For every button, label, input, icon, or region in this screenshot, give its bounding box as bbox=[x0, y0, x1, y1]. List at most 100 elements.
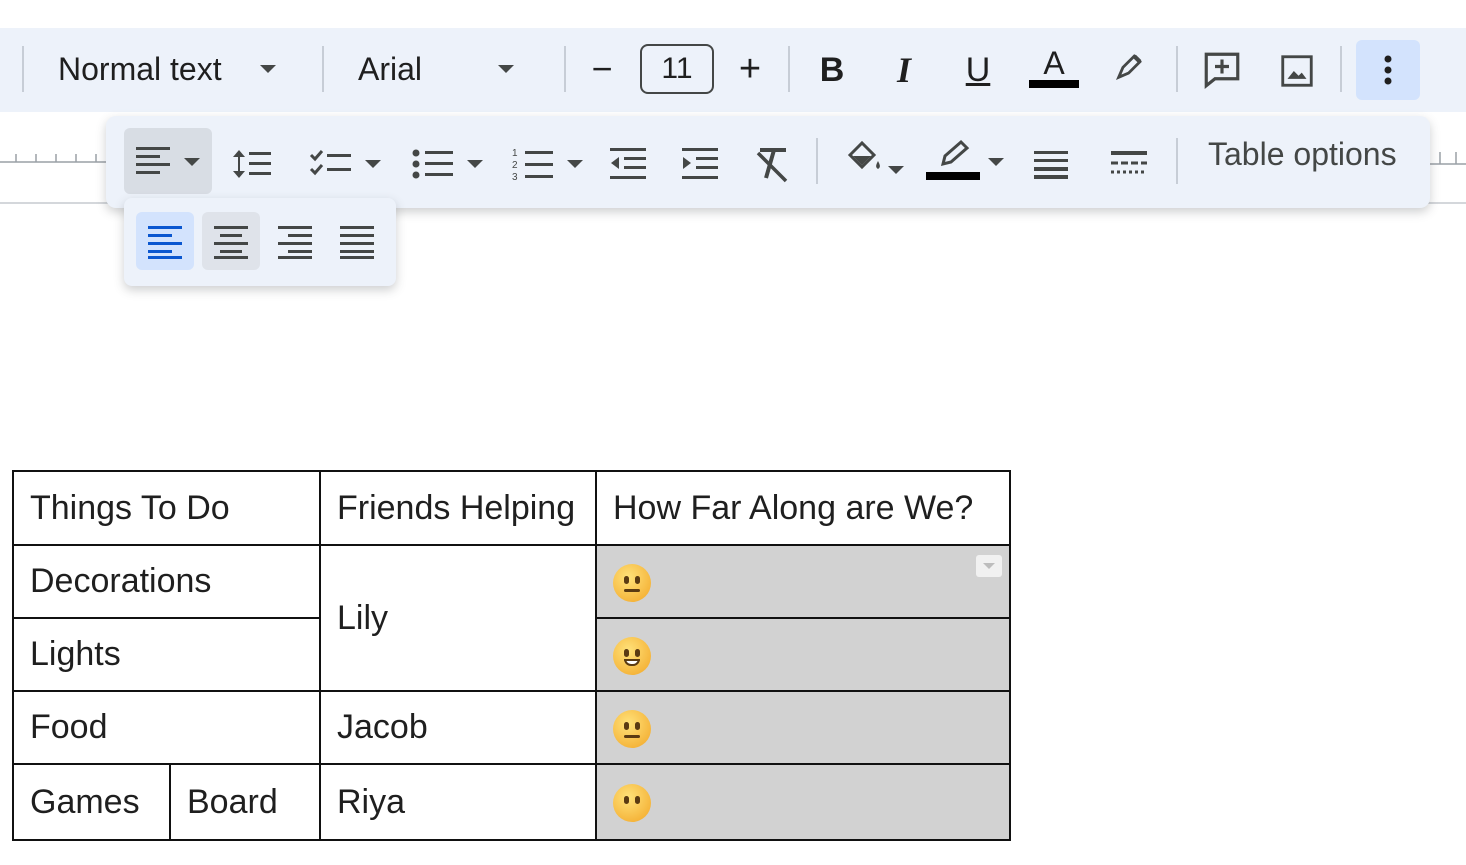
align-right-icon bbox=[278, 226, 312, 259]
table-row: Food Jacob bbox=[12, 690, 1011, 765]
table-options-button[interactable]: Table options bbox=[1208, 136, 1397, 173]
minus-icon: − bbox=[591, 48, 613, 89]
more-vert-icon bbox=[1384, 55, 1392, 85]
table-cell[interactable]: Riya bbox=[319, 763, 597, 841]
underline-icon: U bbox=[965, 50, 991, 89]
face-without-mouth-icon bbox=[613, 784, 651, 822]
checklist-icon bbox=[309, 150, 351, 176]
increase-font-size-button[interactable]: + bbox=[730, 44, 770, 94]
progress-cell[interactable] bbox=[595, 617, 1011, 692]
progress-cell[interactable] bbox=[595, 544, 1011, 619]
insert-image-button[interactable] bbox=[1272, 46, 1322, 96]
decrease-indent-button[interactable] bbox=[604, 142, 652, 186]
paint-bucket-icon bbox=[847, 140, 880, 170]
border-color-button[interactable] bbox=[922, 134, 1008, 184]
table-cell[interactable]: Things To Do bbox=[12, 470, 321, 546]
table-cell[interactable]: How Far Along are We? bbox=[595, 470, 1011, 546]
grinning-face-icon bbox=[613, 636, 651, 675]
align-left-icon bbox=[148, 226, 182, 259]
font-family-label: Arial bbox=[358, 50, 423, 87]
border-width-button[interactable] bbox=[1028, 142, 1074, 186]
toolbar-divider bbox=[1176, 138, 1178, 184]
decrease-font-size-button[interactable]: − bbox=[582, 44, 622, 94]
more-options-button[interactable] bbox=[1356, 40, 1420, 100]
chevron-down-icon bbox=[567, 160, 583, 168]
font-size-input[interactable]: 11 bbox=[640, 44, 714, 94]
justify-button[interactable] bbox=[328, 212, 386, 270]
chevron-down-icon bbox=[888, 166, 904, 174]
highlighter-icon bbox=[1115, 54, 1142, 81]
numbered-list-icon: 1 2 3 bbox=[512, 148, 553, 183]
align-justify-icon bbox=[340, 226, 374, 259]
table-cell[interactable]: Friends Helping bbox=[319, 470, 597, 546]
bulleted-list-button[interactable] bbox=[406, 142, 488, 186]
svg-text:1: 1 bbox=[512, 148, 518, 159]
checklist-button[interactable] bbox=[304, 142, 386, 186]
line-spacing-button[interactable] bbox=[228, 142, 276, 186]
align-right-button[interactable] bbox=[266, 212, 324, 270]
paragraph-style-select[interactable]: Normal text bbox=[40, 42, 302, 96]
plus-icon: + bbox=[738, 47, 762, 90]
highlight-color-button[interactable] bbox=[1108, 44, 1152, 88]
toolbar-divider bbox=[564, 46, 566, 92]
table-cell[interactable]: Lily bbox=[319, 544, 597, 692]
toolbar-divider bbox=[1176, 46, 1178, 92]
italic-button[interactable]: I bbox=[882, 44, 926, 96]
align-menu-button[interactable] bbox=[124, 128, 212, 194]
toolbar-divider bbox=[816, 138, 818, 184]
image-icon bbox=[1281, 55, 1313, 87]
table-cell[interactable]: Jacob bbox=[319, 690, 597, 765]
table-cell[interactable]: Games bbox=[12, 763, 171, 841]
increase-indent-button[interactable] bbox=[676, 142, 724, 186]
numbered-list-button[interactable]: 1 2 3 bbox=[506, 142, 588, 186]
paragraph-style-label: Normal text bbox=[58, 50, 222, 87]
toolbar-divider bbox=[788, 46, 790, 92]
chevron-down-icon bbox=[259, 65, 276, 73]
line-spacing-icon bbox=[233, 150, 271, 178]
neutral-face-icon bbox=[613, 563, 651, 602]
increase-indent-icon bbox=[682, 148, 718, 179]
progress-cell[interactable] bbox=[595, 690, 1011, 765]
chevron-down-icon bbox=[498, 65, 515, 73]
clear-formatting-icon bbox=[756, 148, 788, 183]
progress-cell[interactable] bbox=[595, 763, 1011, 841]
table-cell[interactable]: Board bbox=[169, 763, 321, 841]
border-width-icon bbox=[1034, 151, 1068, 179]
cell-dropdown-button[interactable] bbox=[976, 555, 1002, 577]
bold-button[interactable]: B bbox=[810, 44, 854, 96]
cell-background-color-button[interactable] bbox=[834, 134, 914, 184]
table-cell[interactable]: Lights bbox=[12, 617, 321, 692]
neutral-face-icon bbox=[613, 709, 651, 748]
document-table: Things To Do Friends Helping How Far Alo… bbox=[12, 470, 1011, 841]
table-header-row: Things To Do Friends Helping How Far Alo… bbox=[12, 470, 1011, 546]
decrease-indent-icon bbox=[610, 148, 646, 179]
font-family-select[interactable]: Arial bbox=[340, 42, 540, 96]
add-comment-icon bbox=[1204, 52, 1240, 90]
align-left-button[interactable] bbox=[136, 212, 194, 270]
insert-comment-button[interactable] bbox=[1196, 44, 1248, 96]
table-cell[interactable]: Food bbox=[12, 690, 321, 765]
border-dash-button[interactable] bbox=[1104, 142, 1154, 186]
italic-icon: I bbox=[896, 50, 911, 90]
border-color-control bbox=[926, 138, 980, 180]
text-color-button[interactable]: A bbox=[1028, 40, 1080, 94]
toolbar-divider bbox=[1340, 46, 1342, 92]
ruler-ticks bbox=[0, 154, 110, 163]
table-cell[interactable]: Decorations bbox=[12, 544, 321, 619]
clear-formatting-button[interactable] bbox=[748, 142, 796, 186]
text-color-swatch bbox=[1029, 80, 1079, 88]
bulleted-list-icon bbox=[412, 149, 453, 179]
bold-icon: B bbox=[819, 50, 845, 89]
table-row: Decorations Lily bbox=[12, 544, 1011, 692]
align-center-button[interactable] bbox=[202, 212, 260, 270]
svg-text:2: 2 bbox=[512, 160, 518, 171]
chevron-down-icon bbox=[988, 158, 1004, 166]
chevron-down-icon bbox=[365, 160, 381, 168]
alignment-popup bbox=[124, 198, 396, 286]
toolbar-divider bbox=[322, 46, 324, 92]
border-dash-icon bbox=[1111, 151, 1147, 174]
align-left-icon bbox=[136, 147, 170, 174]
chevron-down-icon bbox=[983, 563, 995, 569]
ruler-ticks bbox=[1430, 152, 1466, 165]
underline-button[interactable]: U bbox=[956, 44, 1000, 96]
